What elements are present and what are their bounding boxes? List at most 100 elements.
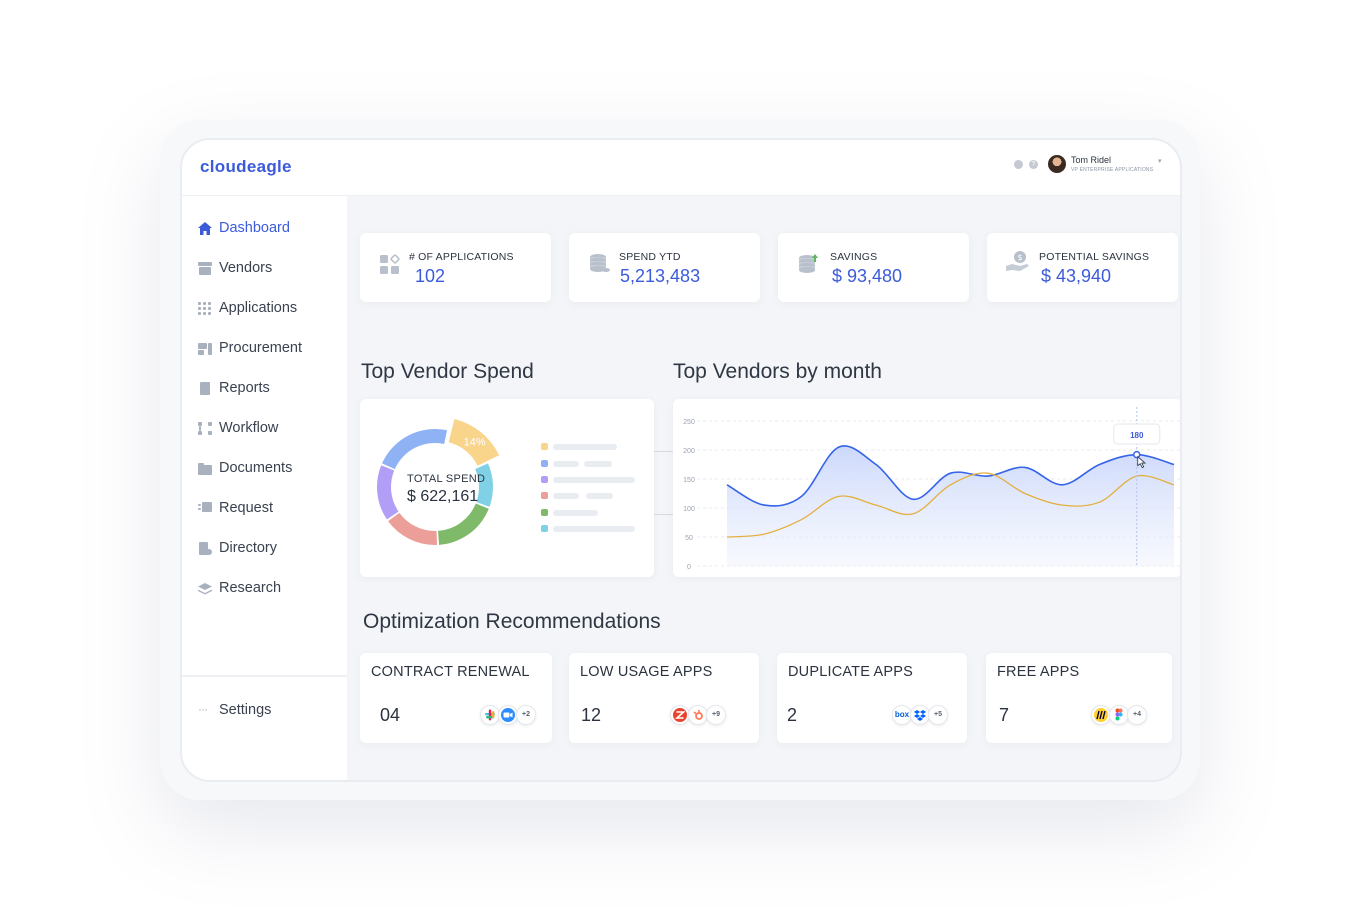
sidebar-item-settings[interactable]: ··· Settings — [198, 700, 271, 720]
donut-slice-label: 14% — [464, 436, 486, 448]
rec-title: CONTRACT RENEWAL — [371, 664, 530, 680]
sidebar-item-applications[interactable]: Applications — [198, 298, 297, 318]
savings-icon — [799, 254, 818, 273]
stat-label: # OF APPLICATIONS — [409, 251, 514, 263]
donut-slice[interactable] — [377, 465, 399, 520]
rec-title: FREE APPS — [997, 664, 1080, 680]
legend-item — [541, 509, 641, 516]
sidebar-item-reports[interactable]: Reports — [198, 378, 270, 398]
app-window: cloudeagle ? Tom Ridel VP ENTERPRISE APP… — [180, 138, 1182, 782]
more-apps-badge[interactable]: +2 — [516, 705, 536, 725]
document-icon — [198, 381, 212, 395]
section-title-top-vendors-by-month: Top Vendors by month — [673, 360, 882, 383]
more-apps-badge[interactable]: +5 — [928, 705, 948, 725]
apps-icon — [380, 254, 400, 274]
more-icon: ··· — [198, 701, 208, 716]
sidebar-item-label: Applications — [219, 300, 298, 316]
avatar[interactable] — [1048, 155, 1066, 173]
rec-count: 12 — [581, 705, 602, 725]
donut-slice[interactable] — [438, 503, 489, 545]
line-chart[interactable]: 0 50 100 150 200 250 180 — [673, 399, 1182, 577]
folder-icon — [198, 462, 212, 475]
zoom-icon — [498, 705, 518, 725]
legend-item — [541, 476, 641, 483]
coins-icon — [590, 254, 610, 272]
svg-text:$: $ — [1017, 253, 1022, 262]
stat-label: SPEND YTD — [619, 251, 681, 263]
box-icon: box — [892, 705, 912, 725]
sidebar-item-label: Dashboard — [219, 220, 290, 236]
help-icon[interactable]: ? — [1029, 160, 1038, 169]
sidebar-item-label: Request — [219, 500, 274, 516]
sidebar-item-label: Settings — [219, 702, 272, 718]
request-icon — [198, 501, 212, 515]
stat-card-potential-savings[interactable]: $ POTENTIAL SAVINGS $ 43,940 — [987, 233, 1178, 302]
more-apps-badge[interactable]: +9 — [706, 705, 726, 725]
donut-center-label: TOTAL SPEND — [407, 473, 486, 485]
donut-center-value: $ 622,161 — [407, 488, 479, 505]
stat-card-applications[interactable]: # OF APPLICATIONS 102 — [360, 233, 551, 302]
sidebar-item-label: Documents — [219, 460, 293, 476]
sidebar-divider — [182, 675, 347, 677]
procurement-icon — [198, 342, 212, 355]
y-tick-label: 250 — [683, 419, 695, 426]
slack-icon — [480, 705, 500, 725]
figma-icon — [1109, 705, 1129, 725]
grid-icon — [198, 301, 212, 315]
dropbox-icon — [910, 705, 930, 725]
hover-point[interactable] — [1133, 450, 1141, 459]
stat-value: $ 93,480 — [832, 266, 903, 286]
connector-line — [654, 514, 673, 515]
hubspot-icon — [688, 705, 708, 725]
stat-card-savings[interactable]: SAVINGS $ 93,480 — [778, 233, 969, 302]
bell-icon[interactable] — [1014, 160, 1023, 169]
home-icon — [198, 221, 212, 235]
sidebar-item-vendors[interactable]: Vendors — [198, 258, 272, 278]
directory-icon — [198, 541, 212, 555]
rec-card-low-usage-apps[interactable]: LOW USAGE APPS 12 +9 — [569, 653, 759, 743]
stat-value: $ 43,940 — [1041, 266, 1112, 286]
sidebar-item-workflow[interactable]: Workflow — [198, 418, 278, 438]
rec-card-free-apps[interactable]: FREE APPS 7 +4 — [986, 653, 1172, 743]
donut-slice[interactable] — [388, 512, 438, 545]
hand-coin-icon: $ — [1006, 251, 1029, 271]
sidebar-item-procurement[interactable]: Procurement — [198, 338, 302, 358]
y-tick-label: 100 — [683, 506, 695, 513]
legend-item — [541, 525, 641, 532]
sidebar-item-request[interactable]: Request — [198, 498, 273, 518]
legend-item — [541, 443, 641, 450]
sidebar-item-directory[interactable]: Directory — [198, 538, 277, 558]
sidebar-item-label: Procurement — [219, 340, 303, 356]
section-title-top-vendor-spend: Top Vendor Spend — [361, 360, 534, 383]
stat-value: 102 — [415, 266, 446, 286]
sidebar: Dashboard Vendors Applications Procureme… — [182, 196, 347, 780]
user-role: VP ENTERPRISE APPLICATIONS — [1071, 167, 1154, 173]
sidebar-item-research[interactable]: Research — [198, 578, 281, 598]
sidebar-item-label: Research — [219, 580, 282, 596]
stat-label: SAVINGS — [830, 251, 878, 263]
sidebar-item-label: Workflow — [219, 420, 279, 436]
donut-slice[interactable] — [382, 429, 448, 470]
series-area — [727, 445, 1174, 566]
more-apps-badge[interactable]: +4 — [1127, 705, 1147, 725]
y-tick-label: 50 — [685, 535, 693, 542]
rec-card-contract-renewal[interactable]: CONTRACT RENEWAL 04 +2 — [360, 653, 552, 743]
rec-card-duplicate-apps[interactable]: DUPLICATE APPS 2 box +5 — [777, 653, 967, 743]
chevron-down-icon[interactable]: ▾ — [1158, 157, 1162, 165]
vendors-by-month-panel: 0 50 100 150 200 250 180 — [673, 399, 1182, 577]
stat-card-spend-ytd[interactable]: SPEND YTD 5,213,483 — [569, 233, 760, 302]
donut-chart[interactable]: 14% — [360, 399, 654, 577]
sidebar-item-documents[interactable]: Documents — [198, 458, 292, 478]
top-icons: ? — [1014, 160, 1038, 169]
app-logo[interactable]: cloudeagle — [200, 157, 292, 177]
sidebar-item-label: Directory — [219, 540, 278, 556]
miro-icon — [1091, 705, 1111, 725]
rec-count: 04 — [380, 705, 401, 725]
rec-count: 7 — [999, 705, 1010, 725]
legend-item — [541, 460, 641, 467]
sidebar-item-dashboard[interactable]: Dashboard — [198, 218, 290, 238]
user-name[interactable]: Tom Ridel — [1071, 155, 1111, 165]
top-bar: cloudeagle ? Tom Ridel VP ENTERPRISE APP… — [182, 140, 1180, 196]
connector-line — [654, 451, 673, 452]
stat-label: POTENTIAL SAVINGS — [1039, 251, 1150, 263]
